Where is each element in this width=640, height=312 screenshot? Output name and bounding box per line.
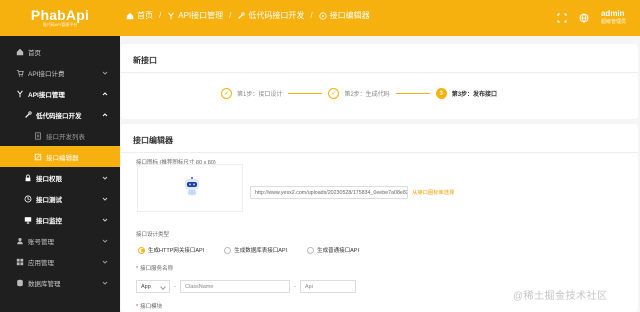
service-label: * 接口服务名称	[136, 266, 174, 272]
app-logo[interactable]: PhabApi 低代码API管理平台	[0, 0, 120, 36]
new-api-card: 新接口 ✓ 第1步：接口设计 ✓ 第2步：生成代码 3 第3步：发布接口	[121, 44, 638, 119]
type-label: 接口设计类型	[136, 232, 170, 238]
sidebar-item-home[interactable]: 首页	[0, 41, 120, 62]
watermark: @稀土掘金技术社区	[513, 291, 608, 302]
steps: ✓ 第1步：接口设计 ✓ 第2步：生成代码 3 第3步：发布接口	[221, 88, 497, 99]
required-mark: *	[136, 304, 139, 310]
separator-dash: -	[294, 283, 296, 290]
logo-subtitle: 低代码API管理平台	[42, 22, 78, 27]
api-icon	[17, 90, 23, 97]
breadcrumb-separator: /	[229, 11, 232, 20]
app-icon	[16, 258, 24, 265]
wrench-icon	[238, 11, 245, 19]
chevron-down-icon	[102, 281, 108, 285]
edit-icon	[34, 153, 42, 160]
breadcrumb-separator: /	[159, 11, 162, 20]
breadcrumb-api-manage[interactable]: API接口管理	[167, 10, 223, 21]
sidebar-item-test[interactable]: 接口测试	[0, 188, 120, 209]
breadcrumb-editor: 接口编辑器	[319, 10, 370, 21]
user-name: admin	[600, 9, 625, 18]
step-3: 3 第3步：发布接口	[435, 88, 497, 99]
top-right-tools: admin 超级管理员	[557, 9, 626, 27]
radio-db-table[interactable]: 生成数据库表接口API	[224, 246, 287, 254]
user-icon	[17, 237, 23, 244]
user-menu[interactable]: admin 超级管理员	[601, 9, 626, 27]
editor-card: 接口编辑器 接口图标 (推荐图标尺寸 80 x 80) http://www.y…	[121, 124, 638, 312]
radio-checked-icon	[138, 246, 145, 254]
sidebar-item-monitor[interactable]: 接口监控	[0, 209, 120, 230]
card-title: 接口编辑器	[133, 136, 173, 145]
doc-icon	[35, 131, 41, 140]
chevron-down-icon	[102, 176, 108, 180]
check-icon: ✓	[221, 88, 232, 99]
sidebar-item-billing[interactable]: API接口计费	[0, 62, 120, 83]
chevron-down-icon	[102, 218, 108, 222]
step-2: ✓ 第2步：生成代码	[328, 88, 390, 99]
sidebar-item-apps[interactable]: 应用管理	[0, 251, 120, 272]
required-mark: *	[136, 266, 139, 272]
separator-dash: -	[174, 283, 176, 290]
radio-normal[interactable]: 生成普通接口API	[307, 246, 359, 254]
sidebar-item-lowcode[interactable]: 低代码接口开发	[0, 104, 120, 125]
suffix-input[interactable]: Api	[300, 280, 356, 293]
sidebar-item-editor[interactable]: 接口编辑器	[0, 146, 120, 167]
chevron-up-icon	[102, 92, 108, 96]
sidebar-item-database[interactable]: 数据库管理	[0, 272, 120, 293]
lock-icon	[25, 174, 31, 181]
step-connector	[288, 93, 323, 94]
breadcrumb: 首页 / API接口管理 / 低代码接口开发 / 接口编辑器	[126, 10, 370, 21]
wrench-icon	[25, 110, 32, 118]
sidebar-item-dev-list[interactable]: 接口开发列表	[0, 125, 120, 146]
monitor-icon	[24, 216, 32, 224]
icon-url-input[interactable]: http://www.yesx2.com/uploads/20230528/17…	[250, 186, 408, 199]
chevron-down-icon	[102, 197, 108, 201]
breadcrumb-separator: /	[310, 11, 313, 20]
sidebar: 首页 API接口计费 API接口管理 低代码接口开发 接口开发列表 接口编辑器 …	[0, 36, 120, 312]
logo-title: PhabApi	[30, 7, 90, 23]
card-title: 新接口	[133, 56, 157, 65]
radio-unchecked-icon	[307, 246, 315, 254]
database-icon	[17, 279, 23, 286]
breadcrumb-lowcode[interactable]: 低代码接口开发	[237, 10, 304, 21]
prefix-select[interactable]: App	[136, 280, 170, 293]
api-icon	[168, 12, 175, 19]
step-1: ✓ 第1步：接口设计	[221, 88, 282, 99]
divider	[121, 152, 638, 153]
icon-upload-box[interactable]	[137, 164, 243, 212]
select-from-library-link[interactable]: 从接口图标库选择	[412, 188, 454, 196]
fullscreen-icon[interactable]	[557, 13, 567, 23]
chevron-down-icon	[102, 71, 108, 75]
module-label: * 接口模块	[136, 304, 163, 310]
test-icon	[24, 195, 32, 202]
divider	[121, 72, 638, 73]
radio-unchecked-icon	[224, 246, 232, 254]
sidebar-item-permission[interactable]: 接口权限	[0, 167, 120, 188]
classname-input[interactable]: ClassName	[180, 280, 290, 293]
breadcrumb-home[interactable]: 首页	[126, 10, 153, 21]
chevron-down-icon	[102, 239, 108, 243]
sidebar-item-account[interactable]: 账号管理	[0, 230, 120, 251]
type-radio-group: 生成HTTP网关接口API 生成数据库表接口API 生成普通接口API	[138, 246, 359, 254]
check-icon: ✓	[328, 88, 340, 99]
main-content: 新接口 ✓ 第1步：接口设计 ✓ 第2步：生成代码 3 第3步：发布接口 接口编…	[120, 36, 640, 312]
robot-icon	[185, 176, 199, 195]
user-role: 超级管理员	[600, 19, 626, 25]
globe-icon[interactable]	[579, 13, 589, 23]
home-icon	[16, 48, 24, 55]
radio-http-gateway[interactable]: 生成HTTP网关接口API	[138, 246, 204, 254]
cart-icon	[16, 69, 24, 77]
service-name-row: App - ClassName - Api	[136, 280, 356, 293]
chevron-up-icon	[102, 113, 108, 117]
sidebar-item-api-manage[interactable]: API接口管理	[0, 83, 120, 104]
step-number: 3	[435, 88, 447, 99]
chevron-down-icon	[102, 260, 108, 264]
step-connector	[395, 93, 430, 94]
edit-icon	[319, 11, 327, 20]
home-icon	[126, 12, 134, 19]
